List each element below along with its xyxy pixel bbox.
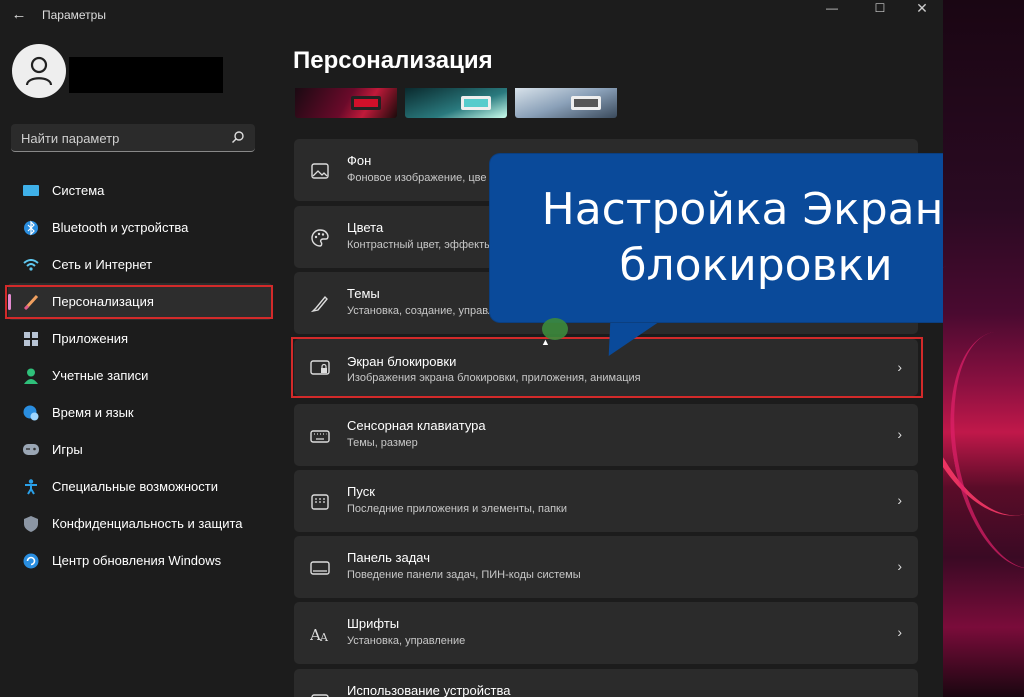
chevron-right-icon: ›: [897, 558, 902, 574]
sidebar-item-privacy[interactable]: Конфиденциальность и защита: [0, 505, 280, 542]
card-subtitle: Темы, размер: [347, 437, 418, 449]
settings-card-fonts[interactable]: AA Шрифты Установка, управление ›: [294, 602, 918, 664]
apps-icon: [23, 331, 39, 347]
card-title: Панель задач: [347, 550, 431, 565]
card-subtitle: Фоновое изображение, цве: [347, 172, 487, 184]
sidebar-item-gaming[interactable]: Игры: [0, 431, 280, 468]
keyboard-icon: [310, 430, 330, 443]
callout-line-2: блокировки: [619, 240, 893, 291]
callout-line-1: Настройка Экрана: [541, 184, 943, 235]
card-title: Шрифты: [347, 616, 400, 631]
sidebar-item-label: Учетные записи: [52, 368, 149, 383]
monitor-icon: [23, 183, 39, 199]
settings-card-device-usage[interactable]: Использование устройства: [294, 669, 918, 697]
sidebar-item-accounts[interactable]: Учетные записи: [0, 357, 280, 394]
theme-thumbnail[interactable]: [405, 88, 507, 118]
person-icon: [23, 368, 39, 384]
palette-icon: [311, 229, 329, 247]
card-title: Использование устройства: [347, 683, 511, 697]
desktop-wallpaper: [943, 0, 1024, 697]
card-title: Темы: [347, 286, 380, 301]
sidebar-item-bluetooth[interactable]: Bluetooth и устройства: [0, 209, 280, 246]
sidebar-item-label: Специальные возможности: [52, 479, 218, 494]
update-icon: [23, 553, 39, 569]
settings-card-start[interactable]: Пуск Последние приложения и элементы, па…: [294, 470, 918, 532]
gamepad-icon: [23, 442, 39, 458]
sidebar-item-apps[interactable]: Приложения: [0, 320, 280, 357]
theme-thumbnail[interactable]: [515, 88, 617, 118]
start-icon: [311, 494, 329, 510]
avatar[interactable]: [12, 44, 66, 98]
card-title: Фон: [347, 153, 372, 168]
shield-icon: [23, 515, 39, 532]
mouse-cursor-icon: ▲: [541, 337, 550, 347]
sidebar-item-system[interactable]: Система: [0, 172, 280, 209]
card-title: Цвета: [347, 220, 384, 235]
person-icon: [25, 56, 53, 86]
taskbar-icon: [310, 561, 330, 575]
back-arrow-icon[interactable]: ←: [10, 6, 28, 24]
settings-window: ← Параметры — ☐ ✕ Найти параметр Система…: [0, 0, 943, 697]
wifi-icon: [23, 257, 39, 273]
title-bar: ← Параметры — ☐ ✕: [0, 0, 943, 32]
username-redacted: [69, 57, 223, 93]
image-icon: [311, 163, 329, 179]
sidebar-item-label: Приложения: [52, 331, 129, 346]
settings-card-taskbar[interactable]: Панель задач Поведение панели задач, ПИН…: [294, 536, 918, 598]
sidebar-item-label: Игры: [52, 442, 83, 457]
chevron-right-icon: ›: [897, 426, 902, 442]
card-subtitle: Установка, создание, управле: [347, 305, 501, 317]
search-icon[interactable]: [231, 130, 245, 144]
chevron-right-icon: ›: [897, 492, 902, 508]
sidebar-item-windows-update[interactable]: Центр обновления Windows: [0, 542, 280, 579]
sidebar-item-label: Система: [52, 183, 105, 198]
settings-card-touch-keyboard[interactable]: Сенсорная клавиатура Темы, размер ›: [294, 404, 918, 466]
globe-clock-icon: [23, 405, 39, 421]
sidebar-nav: Система Bluetooth и устройства Сеть и Ин…: [0, 172, 280, 579]
fonts-icon: AA: [310, 626, 329, 644]
svg-text:A: A: [319, 631, 329, 644]
card-subtitle: Поведение панели задач, ПИН-коды системы: [347, 569, 581, 581]
close-button[interactable]: ✕: [900, 0, 943, 18]
page-title: Персонализация: [293, 47, 493, 74]
callout-text: Настройка Экрана блокировки: [500, 182, 943, 294]
search-placeholder: Найти параметр: [21, 131, 120, 146]
sidebar-item-accessibility[interactable]: Специальные возможности: [0, 468, 280, 505]
device-usage-icon: [311, 694, 329, 697]
card-subtitle: Контрастный цвет, эффекты: [347, 239, 493, 251]
minimize-button[interactable]: —: [810, 0, 854, 18]
chevron-right-icon: ›: [897, 624, 902, 640]
maximize-button[interactable]: ☐: [858, 0, 902, 18]
sidebar-item-label: Bluetooth и устройства: [52, 220, 189, 235]
accessibility-icon: [23, 478, 39, 495]
personalization-highlight: [5, 285, 273, 319]
sidebar-item-network[interactable]: Сеть и Интернет: [0, 246, 280, 283]
sidebar-item-time-language[interactable]: Время и язык: [0, 394, 280, 431]
bluetooth-icon: [23, 220, 39, 236]
sidebar-item-label: Центр обновления Windows: [52, 553, 222, 568]
search-input[interactable]: Найти параметр: [11, 124, 255, 152]
theme-thumbnail[interactable]: [295, 88, 397, 118]
window-title: Параметры: [42, 8, 106, 22]
card-subtitle: Установка, управление: [347, 635, 466, 647]
card-title: Сенсорная клавиатура: [347, 418, 486, 433]
sidebar-item-label: Сеть и Интернет: [52, 257, 153, 272]
brush-icon: [310, 295, 328, 313]
sidebar-item-label: Конфиденциальность и защита: [52, 516, 243, 531]
card-title: Пуск: [347, 484, 375, 499]
sidebar-item-label: Время и язык: [52, 405, 134, 420]
card-subtitle: Последние приложения и элементы, папки: [347, 503, 567, 515]
